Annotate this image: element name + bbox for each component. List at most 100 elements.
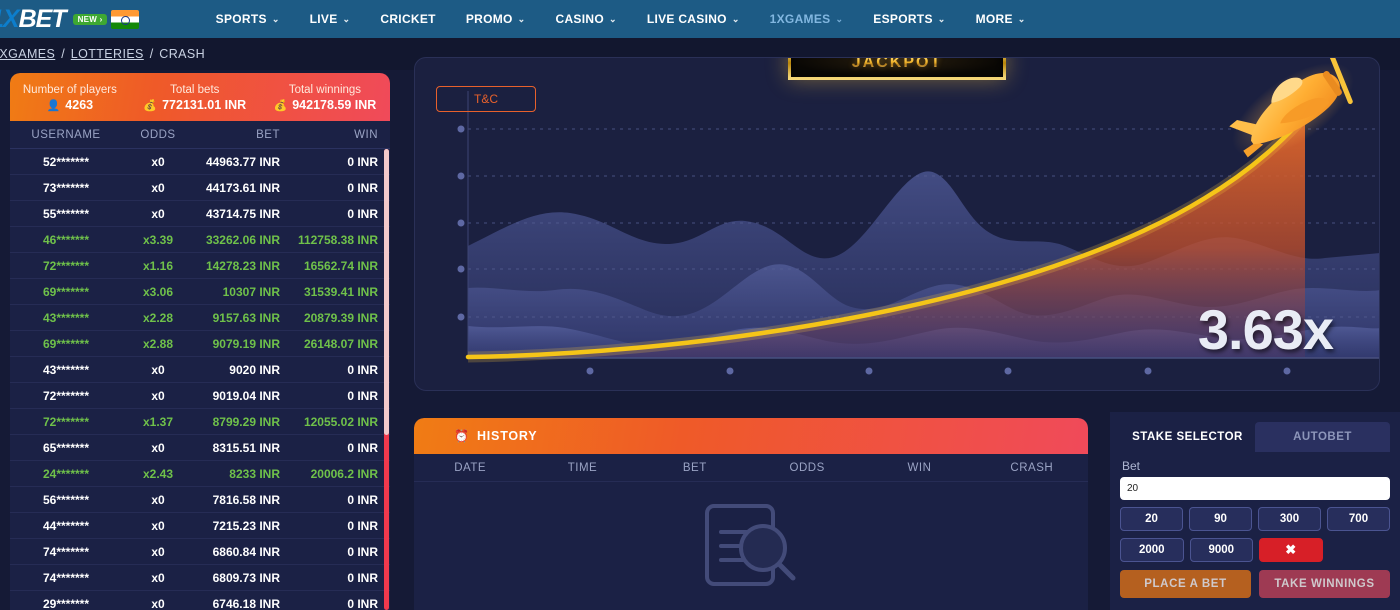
- place-a-bet-button[interactable]: PLACE A BET: [1120, 570, 1251, 598]
- cell-user: 52*******: [42, 154, 90, 169]
- cell-bet: 6809.73 INR: [212, 570, 280, 585]
- cell-win: 20879.39 INR: [303, 310, 378, 325]
- nav-item-label: MORE: [975, 12, 1013, 26]
- clear-stake-button[interactable]: ✖: [1259, 538, 1323, 562]
- bets-scrollbar-thumb[interactable]: [384, 149, 389, 435]
- nav-item-cricket[interactable]: CRICKET: [365, 0, 450, 38]
- stake-chip-300[interactable]: 300: [1258, 507, 1321, 531]
- cell-user: 43*******: [42, 362, 90, 377]
- stat-value-wrap: 💰 772131.01 INR: [143, 98, 246, 112]
- take-winnings-button[interactable]: TAKE WINNINGS: [1259, 570, 1390, 598]
- table-row: 72******* x1.16 14278.23 INR 16562.74 INR: [10, 253, 390, 279]
- col-odds: ODDS: [140, 128, 176, 141]
- coins-icon: 💰: [143, 99, 158, 112]
- live-bets-panel: Number of players 👤 4263 Total bets 💰 772131.…: [10, 73, 390, 610]
- bets-scrollbar[interactable]: [384, 149, 389, 610]
- tc-button[interactable]: T&C: [436, 86, 536, 112]
- cell-odds: x0: [151, 492, 165, 507]
- nav-item-casino[interactable]: CASINO ⌄: [541, 0, 632, 38]
- nav-item-esports[interactable]: ESPORTS ⌄: [858, 0, 960, 38]
- india-flag-icon[interactable]: [110, 9, 139, 29]
- stake-chip-20[interactable]: 20: [1120, 507, 1183, 531]
- nav-item-label: LIVE: [309, 12, 338, 26]
- history-col-bet: BET: [682, 461, 707, 474]
- cell-win: 0 INR: [347, 388, 378, 403]
- cell-bet: 33262.06 INR: [205, 232, 280, 247]
- logo-1x: 1X: [0, 4, 20, 33]
- table-row: 69******* x2.88 9079.19 INR 26148.07 INR: [10, 331, 390, 357]
- site-logo[interactable]: 1XBET NEW ›: [0, 0, 139, 38]
- nav-item-label: LIVE CASINO: [646, 12, 727, 26]
- tab-autobet[interactable]: AUTOBET: [1255, 422, 1390, 452]
- cell-user: 73*******: [42, 180, 90, 195]
- crash-game-area: JACKPOT T&C 3.63x: [414, 57, 1380, 391]
- stake-chips-row-1: 20 90 300 700: [1120, 507, 1390, 531]
- nav-item-live-casino[interactable]: LIVE CASINO ⌄: [632, 0, 755, 38]
- breadcrumb-separator: /: [61, 47, 65, 61]
- breadcrumb-item-1xgames[interactable]: 1XGAMES: [0, 47, 55, 61]
- bet-panel: STAKE SELECTORAUTOBET Bet 2090300700 200…: [1110, 412, 1400, 610]
- nav-items: SPORTS ⌄ LIVE ⌄ CRICKET PROMO ⌄ CASINO ⌄ LIVE CAS…: [201, 0, 1041, 38]
- cell-win: 0 INR: [347, 440, 378, 455]
- history-empty-state: [414, 482, 1088, 610]
- nav-item-1xgames[interactable]: 1XGAMES ⌄: [755, 0, 859, 38]
- bets-table-body[interactable]: 52******* x0 44963.77 INR 0 INR 73******* x0 4…: [10, 149, 390, 610]
- cell-odds: x0: [151, 440, 165, 455]
- stake-chip-90[interactable]: 90: [1189, 507, 1252, 531]
- stat-number-of-players: Number of players 👤 4263: [10, 73, 130, 121]
- cell-bet: 9019.04 INR: [212, 388, 280, 403]
- cell-bet: 10307 INR: [222, 284, 280, 299]
- cell-odds: x0: [151, 388, 165, 403]
- stat-value-wrap: 💰 942178.59 INR: [274, 98, 377, 112]
- breadcrumb-item-lotteries[interactable]: LOTTERIES: [71, 47, 144, 61]
- cell-user: 69*******: [42, 336, 90, 351]
- stat-value: 942178.59 INR: [292, 98, 377, 112]
- nav-item-sports[interactable]: SPORTS ⌄: [201, 0, 295, 38]
- history-panel: ⏰ HISTORY DATE TIME BET ODDS WIN CRASH: [414, 418, 1088, 610]
- jackpot-label: JACKPOT: [852, 58, 942, 72]
- cell-win: 20006.2 INR: [310, 466, 378, 481]
- cell-odds: x2.43: [142, 466, 174, 481]
- cell-odds: x2.88: [142, 336, 174, 351]
- bet-amount-input[interactable]: [1120, 477, 1390, 500]
- stake-chip-9000[interactable]: 9000: [1189, 538, 1253, 562]
- jackpot-banner[interactable]: JACKPOT: [788, 58, 1006, 80]
- cell-bet: 6860.84 INR: [212, 544, 280, 559]
- nav-item-promo[interactable]: PROMO ⌄: [451, 0, 541, 38]
- document-search-icon: [705, 504, 796, 586]
- nav-item-live[interactable]: LIVE ⌄: [295, 0, 366, 38]
- history-col-date: DATE: [454, 461, 487, 474]
- cell-user: 46*******: [42, 232, 90, 247]
- stat-value: 4263: [65, 98, 94, 112]
- stake-chip-2000[interactable]: 2000: [1120, 538, 1184, 562]
- cell-user: 65*******: [42, 440, 90, 455]
- cell-user: 56*******: [42, 492, 90, 507]
- tab-stake-selector[interactable]: STAKE SELECTOR: [1120, 422, 1255, 452]
- table-row: 44******* x0 7215.23 INR 0 INR: [10, 513, 390, 539]
- logo-text: 1XBET: [0, 4, 67, 34]
- chevron-down-icon: ⌄: [1017, 13, 1026, 24]
- table-row: 29******* x0 6746.18 INR 0 INR: [10, 591, 390, 610]
- cell-bet: 9157.63 INR: [212, 310, 280, 325]
- cell-bet: 8233 INR: [229, 466, 280, 481]
- stat-label: Number of players: [22, 84, 117, 96]
- nav-item-more[interactable]: MORE ⌄: [961, 0, 1041, 38]
- breadcrumb-separator: /: [149, 47, 154, 61]
- cell-bet: 44173.61 INR: [205, 180, 280, 195]
- new-badge[interactable]: NEW ›: [72, 13, 107, 25]
- stake-chip-700[interactable]: 700: [1327, 507, 1390, 531]
- history-title: HISTORY: [476, 429, 538, 443]
- cell-bet: 7816.58 INR: [212, 492, 280, 507]
- table-row: 46******* x3.39 33262.06 INR 112758.38 INR: [10, 227, 390, 253]
- cell-user: 69*******: [42, 284, 90, 299]
- history-col-time: TIME: [567, 461, 598, 474]
- chevron-down-icon: ⌄: [517, 13, 526, 24]
- cell-win: 12055.02 INR: [303, 414, 378, 429]
- history-col-odds: ODDS: [789, 461, 825, 474]
- nav-item-label: CRICKET: [380, 12, 436, 26]
- table-row: 72******* x1.37 8799.29 INR 12055.02 INR: [10, 409, 390, 435]
- bets-table-header: USERNAME ODDS BET WIN: [10, 121, 390, 149]
- stake-chips-row-2: 2000 9000 ✖: [1120, 538, 1390, 562]
- chevron-down-icon: ⌄: [937, 13, 946, 24]
- cell-win: 26148.07 INR: [303, 336, 378, 351]
